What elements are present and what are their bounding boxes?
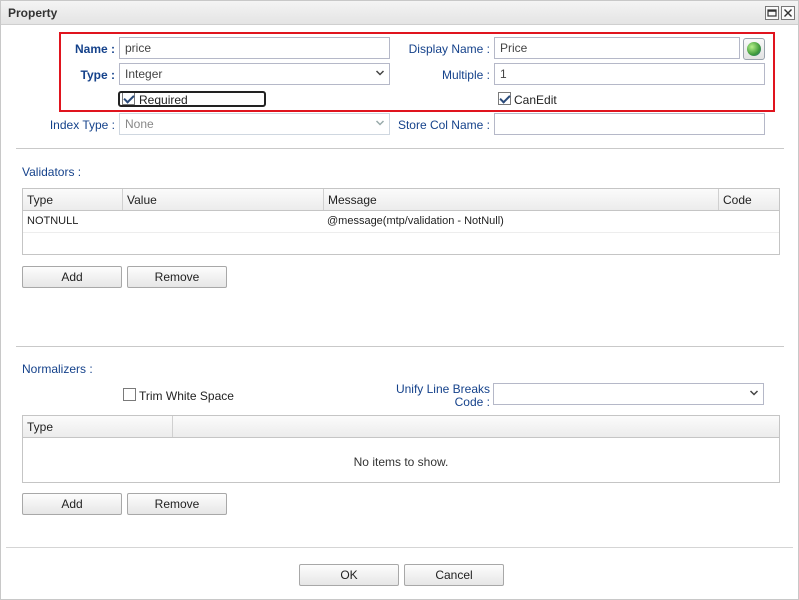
ok-button[interactable]: OK — [299, 564, 399, 586]
property-dialog: Property Name : price Display Name : Pri… — [0, 0, 799, 600]
index-type-value: None — [125, 117, 154, 131]
trim-white-space-checkbox[interactable] — [123, 388, 136, 401]
empty-message: No items to show. — [353, 455, 449, 469]
chevron-down-icon — [375, 120, 385, 126]
cell-type: NOTNULL — [27, 215, 79, 227]
validators-grid-header: Type Value Message Code — [23, 189, 779, 211]
column-header-message[interactable]: Message — [324, 189, 719, 210]
column-header-value[interactable]: Value — [123, 189, 324, 210]
table-row[interactable]: NOTNULL @message(mtp/validation - NotNul… — [23, 211, 779, 233]
maximize-icon[interactable] — [765, 6, 779, 20]
footer-divider — [6, 547, 793, 548]
normalizers-add-button[interactable]: Add — [22, 493, 122, 515]
dialog-title: Property — [8, 6, 58, 20]
unify-line-breaks-label-line2: Code : — [454, 395, 490, 409]
column-header-code[interactable]: Code — [719, 189, 779, 210]
column-header-type[interactable]: Type — [23, 189, 123, 210]
highlight-box — [59, 32, 775, 112]
normalizers-grid-header: Type — [23, 416, 779, 438]
cancel-button[interactable]: Cancel — [404, 564, 504, 586]
divider — [16, 346, 784, 347]
column-header-type[interactable]: Type — [23, 416, 173, 437]
validators-add-button[interactable]: Add — [22, 266, 122, 288]
unify-line-breaks-label-line1: Unify Line Breaks — [395, 382, 490, 396]
index-type-select[interactable]: None — [119, 113, 390, 135]
trim-white-space-label: Trim White Space — [139, 389, 234, 403]
divider — [16, 148, 784, 149]
validators-remove-button[interactable]: Remove — [127, 266, 227, 288]
cell-message: @message(mtp/validation - NotNull) — [327, 215, 504, 227]
chevron-down-icon — [749, 390, 759, 396]
normalizers-label: Normalizers : — [22, 362, 93, 376]
store-col-field[interactable] — [494, 113, 765, 135]
normalizers-remove-button[interactable]: Remove — [127, 493, 227, 515]
normalizers-grid: Type No items to show. — [22, 415, 780, 483]
title-bar[interactable]: Property — [1, 1, 798, 25]
unify-line-breaks-select[interactable] — [493, 383, 764, 405]
validators-label: Validators : — [22, 165, 82, 179]
validators-grid: Type Value Message Code NOTNULL @message… — [22, 188, 780, 255]
close-icon[interactable] — [781, 6, 795, 20]
store-col-label: Store Col Name : — [397, 118, 490, 132]
index-type-label: Index Type : — [49, 118, 115, 132]
